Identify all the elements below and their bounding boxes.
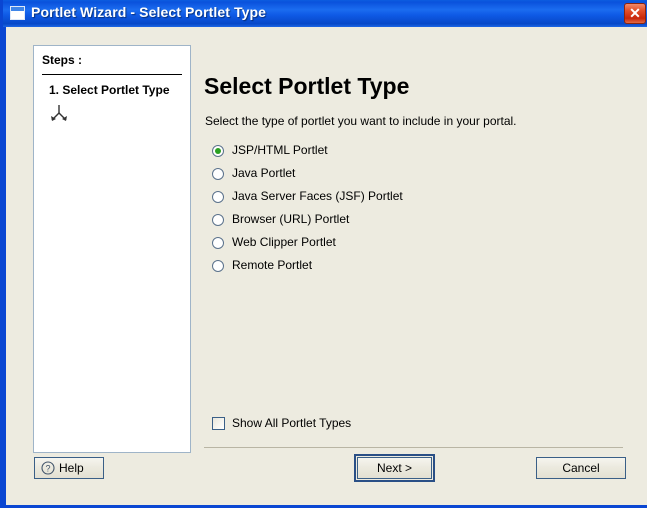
page-title: Select Portlet Type — [204, 73, 409, 100]
radio-web-clipper-portlet[interactable]: Web Clipper Portlet — [212, 235, 542, 258]
close-button[interactable]: ✕ — [624, 3, 646, 24]
branch-icon — [48, 104, 70, 124]
help-button[interactable]: ? Help — [34, 457, 104, 479]
dialog-client-area: Steps : 1. Select Portlet Type Select Po… — [6, 27, 647, 505]
radio-icon — [212, 191, 224, 203]
radio-icon — [212, 237, 224, 249]
radio-java-portlet[interactable]: Java Portlet — [212, 166, 542, 189]
portlet-type-radio-group: JSP/HTML Portlet Java Portlet Java Serve… — [212, 143, 542, 281]
radio-label: Remote Portlet — [232, 258, 312, 272]
step-item-1: 1. Select Portlet Type — [49, 83, 170, 97]
dialog-window: Portlet Wizard - Select Portlet Type ✕ S… — [0, 0, 647, 508]
checkbox-icon — [212, 417, 225, 430]
radio-label: Browser (URL) Portlet — [232, 212, 349, 226]
radio-label: JSP/HTML Portlet — [232, 143, 328, 157]
help-button-label: Help — [59, 461, 84, 475]
window-title: Portlet Wizard - Select Portlet Type — [31, 4, 266, 20]
question-mark-icon: ? — [41, 461, 55, 475]
next-button[interactable]: Next > — [357, 457, 432, 479]
window-icon — [10, 6, 25, 20]
radio-remote-portlet[interactable]: Remote Portlet — [212, 258, 542, 281]
footer-separator — [204, 447, 623, 448]
checkbox-label: Show All Portlet Types — [232, 416, 351, 430]
steps-panel: Steps : 1. Select Portlet Type — [33, 45, 191, 453]
radio-browser-url-portlet[interactable]: Browser (URL) Portlet — [212, 212, 542, 235]
radio-label: Web Clipper Portlet — [232, 235, 336, 249]
steps-header: Steps : — [42, 53, 82, 67]
radio-jsf-portlet[interactable]: Java Server Faces (JSF) Portlet — [212, 189, 542, 212]
radio-jsp-html-portlet[interactable]: JSP/HTML Portlet — [212, 143, 542, 166]
radio-label: Java Server Faces (JSF) Portlet — [232, 189, 403, 203]
radio-icon — [212, 260, 224, 272]
radio-icon — [212, 214, 224, 226]
radio-icon — [212, 168, 224, 180]
radio-label: Java Portlet — [232, 166, 295, 180]
svg-text:?: ? — [45, 464, 50, 474]
title-bar[interactable]: Portlet Wizard - Select Portlet Type ✕ — [3, 0, 647, 27]
next-button-default-ring: Next > — [354, 454, 435, 482]
radio-icon — [212, 145, 224, 157]
cancel-button[interactable]: Cancel — [536, 457, 626, 479]
close-icon: ✕ — [625, 4, 645, 23]
page-description: Select the type of portlet you want to i… — [205, 114, 517, 128]
steps-divider — [42, 74, 182, 75]
